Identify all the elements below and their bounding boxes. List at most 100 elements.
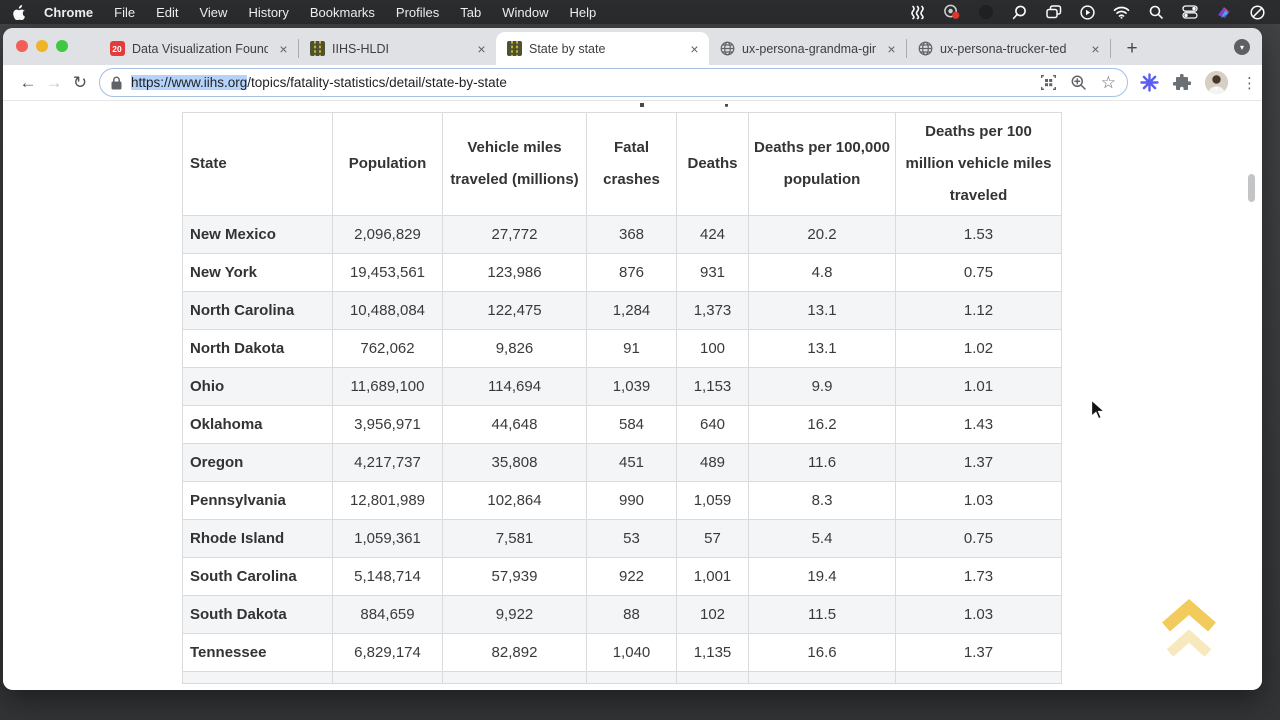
table-row: North Dakota762,0629,8269110013.11.02	[183, 330, 1062, 368]
value-cell: 1.53	[896, 216, 1062, 254]
zoom-window-button[interactable]	[56, 40, 68, 52]
record-badge-icon[interactable]	[943, 4, 960, 21]
menubar-item-file[interactable]: File	[114, 5, 135, 20]
table-row-partial	[183, 672, 1062, 684]
value-cell: 19,453,561	[333, 254, 443, 292]
menubar-item-profiles[interactable]: Profiles	[396, 5, 439, 20]
spotlight-search-icon[interactable]	[1147, 4, 1164, 21]
tab-title: State by state	[529, 42, 679, 56]
value-cell: 5,148,714	[333, 558, 443, 596]
close-tab-icon[interactable]: ×	[883, 41, 900, 57]
tab-state-by-state-active[interactable]: State by state ×	[496, 32, 709, 65]
menubar-item-tab[interactable]: Tab	[460, 5, 481, 20]
close-tab-icon[interactable]: ×	[473, 41, 490, 57]
apple-logo-icon[interactable]	[13, 5, 26, 20]
menubar-item-chrome[interactable]: Chrome	[44, 5, 93, 20]
column-header: Population	[333, 113, 443, 216]
value-cell: 11.5	[749, 596, 896, 634]
value-cell: 1.02	[896, 330, 1062, 368]
table-row: Rhode Island1,059,3617,58153575.40.75	[183, 520, 1062, 558]
tab-title: ux-persona-grandma-gin	[742, 42, 876, 56]
play-circle-icon[interactable]	[1079, 4, 1096, 21]
extension-burst-icon[interactable]	[1140, 73, 1159, 92]
menubar-item-edit[interactable]: Edit	[156, 5, 178, 20]
tab-data-visualization[interactable]: 20 Data Visualization Founda ×	[99, 32, 298, 65]
state-cell: South Dakota	[183, 596, 333, 634]
reload-button[interactable]: ↻	[67, 73, 93, 93]
focus-slash-icon[interactable]	[1249, 4, 1266, 21]
value-cell: 57	[677, 520, 749, 558]
back-to-top-button[interactable]	[1161, 599, 1217, 661]
value-cell: 122,475	[443, 292, 587, 330]
value-cell: 20.2	[749, 216, 896, 254]
new-tab-button[interactable]: +	[1119, 36, 1145, 62]
loupe-icon[interactable]	[1011, 4, 1028, 21]
screen-mirror-icon[interactable]	[1045, 4, 1062, 21]
badge-20-favicon: 20	[109, 41, 125, 57]
profile-avatar[interactable]	[1205, 71, 1228, 94]
state-cell: Oregon	[183, 444, 333, 482]
tab-ux-persona-trucker[interactable]: ux-persona-trucker-ted ×	[907, 32, 1110, 65]
value-cell: 57,939	[443, 558, 587, 596]
value-cell: 9.9	[749, 368, 896, 406]
minimize-window-button[interactable]	[36, 40, 48, 52]
table-row: North Carolina10,488,084122,4751,2841,37…	[183, 292, 1062, 330]
value-cell: 4.8	[749, 254, 896, 292]
column-header: Fatal crashes	[587, 113, 677, 216]
value-cell: 100	[677, 330, 749, 368]
clipped-heading-fragment	[640, 103, 644, 107]
state-cell: Oklahoma	[183, 406, 333, 444]
close-window-button[interactable]	[16, 40, 28, 52]
screenshot-grid-icon[interactable]	[1041, 75, 1056, 90]
menubar-status-icons	[909, 4, 1266, 21]
colorful-app-icon[interactable]	[1215, 4, 1232, 21]
tab-ux-persona-grandma[interactable]: ux-persona-grandma-gin ×	[709, 32, 906, 65]
value-cell: 8.3	[749, 482, 896, 520]
value-cell: 1,153	[677, 368, 749, 406]
menubar-item-bookmarks[interactable]: Bookmarks	[310, 5, 375, 20]
tab-search-button[interactable]: ▾	[1234, 39, 1250, 55]
value-cell: 114,694	[443, 368, 587, 406]
wifi-icon[interactable]	[1113, 4, 1130, 21]
lock-icon[interactable]	[111, 76, 122, 90]
dark-circle-icon[interactable]	[977, 4, 994, 21]
back-button[interactable]: ←	[15, 73, 41, 93]
extensions-puzzle-icon[interactable]	[1173, 74, 1191, 92]
column-header: Deaths per 100,000 population	[749, 113, 896, 216]
url-selected-text: https://www.iihs.org	[131, 75, 247, 90]
value-cell: 1.01	[896, 368, 1062, 406]
zoom-in-icon[interactable]	[1071, 75, 1086, 90]
browser-menu-icon[interactable]: ⋮	[1242, 74, 1252, 92]
menubar-item-help[interactable]: Help	[570, 5, 597, 20]
close-tab-icon[interactable]: ×	[275, 41, 292, 57]
value-cell: 1,039	[587, 368, 677, 406]
control-center-icon[interactable]	[1181, 4, 1198, 21]
value-cell: 1,373	[677, 292, 749, 330]
page-scrollbar-thumb[interactable]	[1248, 174, 1255, 202]
state-cell: Tennessee	[183, 634, 333, 672]
value-cell: 0.75	[896, 254, 1062, 292]
value-cell: 13.1	[749, 292, 896, 330]
value-cell: 922	[587, 558, 677, 596]
globe-favicon	[719, 41, 735, 57]
close-tab-icon[interactable]: ×	[1087, 41, 1104, 57]
value-cell: 44,648	[443, 406, 587, 444]
menubar-item-history[interactable]: History	[248, 5, 288, 20]
table-header: StatePopulationVehicle miles traveled (m…	[183, 113, 1062, 216]
value-cell: 123,986	[443, 254, 587, 292]
forward-button[interactable]: →	[41, 73, 67, 93]
value-cell: 27,772	[443, 216, 587, 254]
tab-iihs-hldi[interactable]: IIHS-HLDI ×	[299, 32, 496, 65]
menubar-item-window[interactable]: Window	[502, 5, 548, 20]
url-text: https://www.iihs.org/topics/fatality-sta…	[131, 75, 507, 90]
mouse-cursor	[1090, 399, 1108, 421]
value-cell: 91	[587, 330, 677, 368]
address-bar[interactable]: https://www.iihs.org/topics/fatality-sta…	[99, 68, 1128, 97]
browser-toolbar: ← → ↻ https://www.iihs.org/topics/fatali…	[3, 65, 1262, 101]
menubar-item-view[interactable]: View	[199, 5, 227, 20]
value-cell: 35,808	[443, 444, 587, 482]
close-tab-icon[interactable]: ×	[686, 41, 703, 57]
bookmark-star-icon[interactable]: ☆	[1101, 74, 1116, 91]
tab-title: Data Visualization Founda	[132, 42, 268, 56]
waves-icon[interactable]	[909, 4, 926, 21]
